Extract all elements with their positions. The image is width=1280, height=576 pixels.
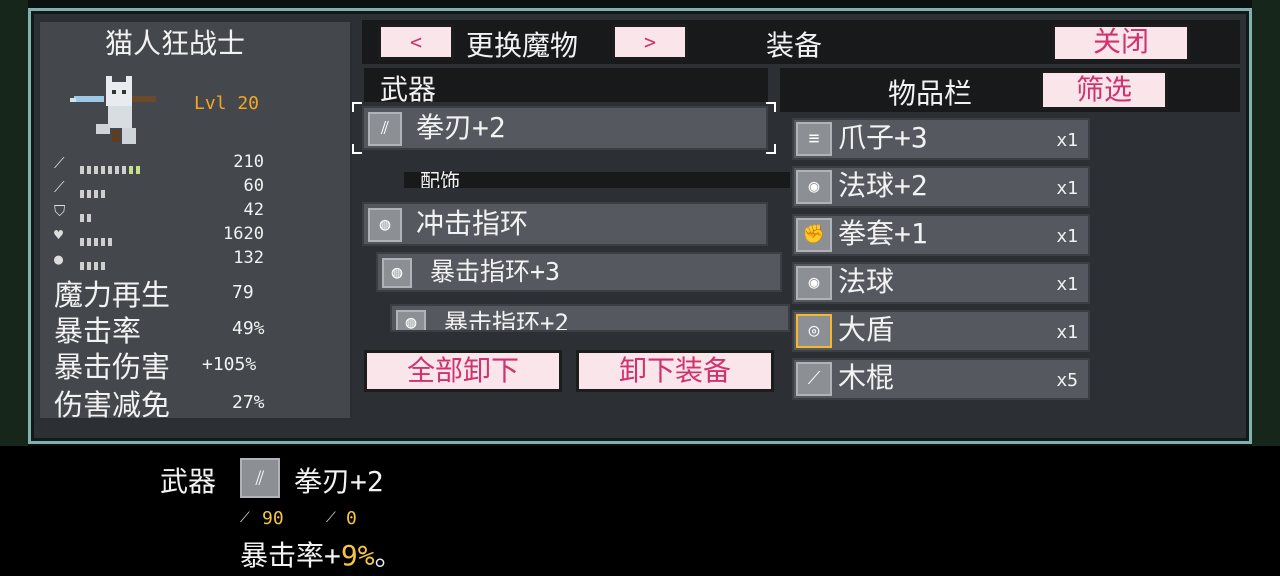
prev-monster-button[interactable]: < bbox=[378, 24, 454, 60]
big-stat-label: 暴击率 bbox=[54, 314, 142, 348]
accessory-slot[interactable]: ◍ 暴击指环+2 bbox=[390, 304, 790, 332]
accessory-header-bar bbox=[404, 172, 790, 188]
inventory-item[interactable]: ◉ 法球+2 x1 bbox=[792, 166, 1090, 208]
accessory-header: 配饰 bbox=[420, 169, 460, 188]
item-name: 法球 bbox=[838, 265, 895, 298]
item-count: x1 bbox=[1056, 322, 1078, 343]
monster-level: Lvl 20 bbox=[194, 93, 260, 114]
stat-magic: ⟋ 60 bbox=[54, 176, 264, 198]
orb-icon: ◉ bbox=[796, 170, 832, 204]
item-count: x1 bbox=[1056, 274, 1078, 295]
weapon-slot-label: 拳刃+2 bbox=[416, 111, 506, 144]
unequip-button[interactable]: 卸下装备 bbox=[576, 350, 774, 392]
big-stat-label: 伤害减免 bbox=[54, 388, 171, 422]
claw-icon: ≡ bbox=[796, 122, 832, 156]
ring-icon: ◍ bbox=[368, 208, 402, 242]
mana-icon: ● bbox=[54, 250, 64, 268]
inventory-item[interactable]: ⟋ 木棍 x5 bbox=[792, 358, 1090, 400]
stat-value: 132 bbox=[233, 248, 264, 268]
stat-attack: ⟋ 210 bbox=[54, 152, 264, 174]
item-name: 爪子+3 bbox=[838, 121, 928, 154]
filter-button[interactable]: 筛选 bbox=[1040, 70, 1168, 110]
inventory-title: 物品栏 bbox=[888, 77, 973, 110]
stat-defense: ⛉ 42 bbox=[54, 200, 264, 222]
big-stat-label: 暴击伤害 bbox=[54, 350, 171, 384]
equipment-title: 装备 bbox=[766, 29, 823, 62]
item-count: x1 bbox=[1056, 178, 1078, 199]
tooltip-attack-icon: ⟋ bbox=[240, 510, 250, 526]
weapon-header: 武器 bbox=[380, 73, 437, 106]
mana-bar bbox=[80, 255, 108, 270]
accessory-label: 暴击指环+3 bbox=[430, 257, 561, 286]
round-shield-icon: ◎ bbox=[796, 314, 832, 348]
big-stat-value: 79 bbox=[232, 282, 254, 303]
accessory-slot[interactable]: ◍ 暴击指环+3 bbox=[376, 252, 782, 292]
selection-corner bbox=[766, 144, 776, 154]
tooltip-item-name: 拳刃+2 bbox=[294, 465, 384, 498]
fist-blade-icon: ⫽ bbox=[368, 112, 402, 146]
ring-icon: ◍ bbox=[396, 310, 426, 330]
accessory-label: 暴击指环+2 bbox=[444, 309, 569, 332]
stat-health: ♥ 1620 bbox=[54, 224, 264, 246]
item-count: x1 bbox=[1056, 226, 1078, 247]
catman-berserker-avatar bbox=[70, 76, 156, 144]
inventory-header-bar bbox=[780, 68, 1240, 112]
effect-suffix: 。 bbox=[374, 539, 403, 572]
monster-name: 猫人狂战士 bbox=[104, 27, 245, 60]
tooltip-magic-icon: ⟋ bbox=[326, 510, 336, 526]
inventory-item[interactable]: ≡ 爪子+3 x1 bbox=[792, 118, 1090, 160]
fist-blade-icon: ⫽ bbox=[240, 458, 280, 498]
weapon-slot[interactable]: ⫽ 拳刃+2 bbox=[362, 106, 768, 150]
item-name: 木棍 bbox=[838, 361, 895, 394]
effect-value: 9% bbox=[340, 539, 375, 572]
tooltip-magic-value: 0 bbox=[346, 508, 357, 529]
gauntlet-icon: ✊ bbox=[796, 218, 832, 252]
big-stat-value: 27% bbox=[232, 392, 265, 413]
effect-prefix: 暴击率+ bbox=[240, 539, 341, 572]
selection-corner bbox=[352, 102, 362, 112]
selection-corner bbox=[352, 144, 362, 154]
sword-icon: ⟋ bbox=[54, 154, 65, 172]
item-name: 大盾 bbox=[838, 313, 895, 346]
unequip-all-button[interactable]: 全部卸下 bbox=[364, 350, 562, 392]
accessory-label: 冲击指环 bbox=[416, 207, 529, 240]
stat-value: 1620 bbox=[223, 224, 264, 244]
stat-value: 210 bbox=[233, 152, 264, 172]
magic-bar bbox=[80, 183, 108, 198]
inventory-item[interactable]: ◎ 大盾 x1 bbox=[792, 310, 1090, 352]
defense-bar bbox=[80, 207, 94, 222]
stat-value: 60 bbox=[243, 176, 264, 196]
inventory-item[interactable]: ◉ 法球 x1 bbox=[792, 262, 1090, 304]
next-monster-button[interactable]: > bbox=[612, 24, 688, 60]
change-monster-label: 更换魔物 bbox=[466, 29, 579, 62]
close-button[interactable]: 关闭 bbox=[1052, 24, 1190, 62]
stat-value: 42 bbox=[243, 200, 264, 220]
big-stat-label: 魔力再生 bbox=[54, 278, 171, 312]
big-stat-value: 49% bbox=[232, 318, 265, 339]
item-name: 拳套+1 bbox=[838, 217, 928, 250]
item-count: x5 bbox=[1056, 370, 1078, 391]
tooltip-effect: 暴击率+9%。 bbox=[240, 534, 403, 574]
item-name: 法球+2 bbox=[838, 169, 928, 202]
tooltip-category: 武器 bbox=[160, 465, 217, 498]
accessory-slot[interactable]: ◍ 冲击指环 bbox=[362, 202, 768, 246]
stick-icon: ⟋ bbox=[796, 362, 832, 396]
ring-icon: ◍ bbox=[382, 258, 412, 288]
shield-icon: ⛉ bbox=[54, 202, 66, 220]
orb-icon: ◉ bbox=[796, 266, 832, 300]
attack-bar bbox=[80, 159, 143, 174]
stat-mana: ● 132 bbox=[54, 248, 264, 270]
big-stat-value: +105% bbox=[202, 354, 257, 375]
health-bar bbox=[80, 231, 115, 246]
item-count: x1 bbox=[1056, 130, 1078, 151]
wand-icon: ⟋ bbox=[54, 178, 65, 196]
heart-icon: ♥ bbox=[54, 226, 64, 244]
tooltip-attack-value: 90 bbox=[262, 508, 284, 529]
selection-corner bbox=[766, 102, 776, 112]
inventory-item[interactable]: ✊ 拳套+1 x1 bbox=[792, 214, 1090, 256]
